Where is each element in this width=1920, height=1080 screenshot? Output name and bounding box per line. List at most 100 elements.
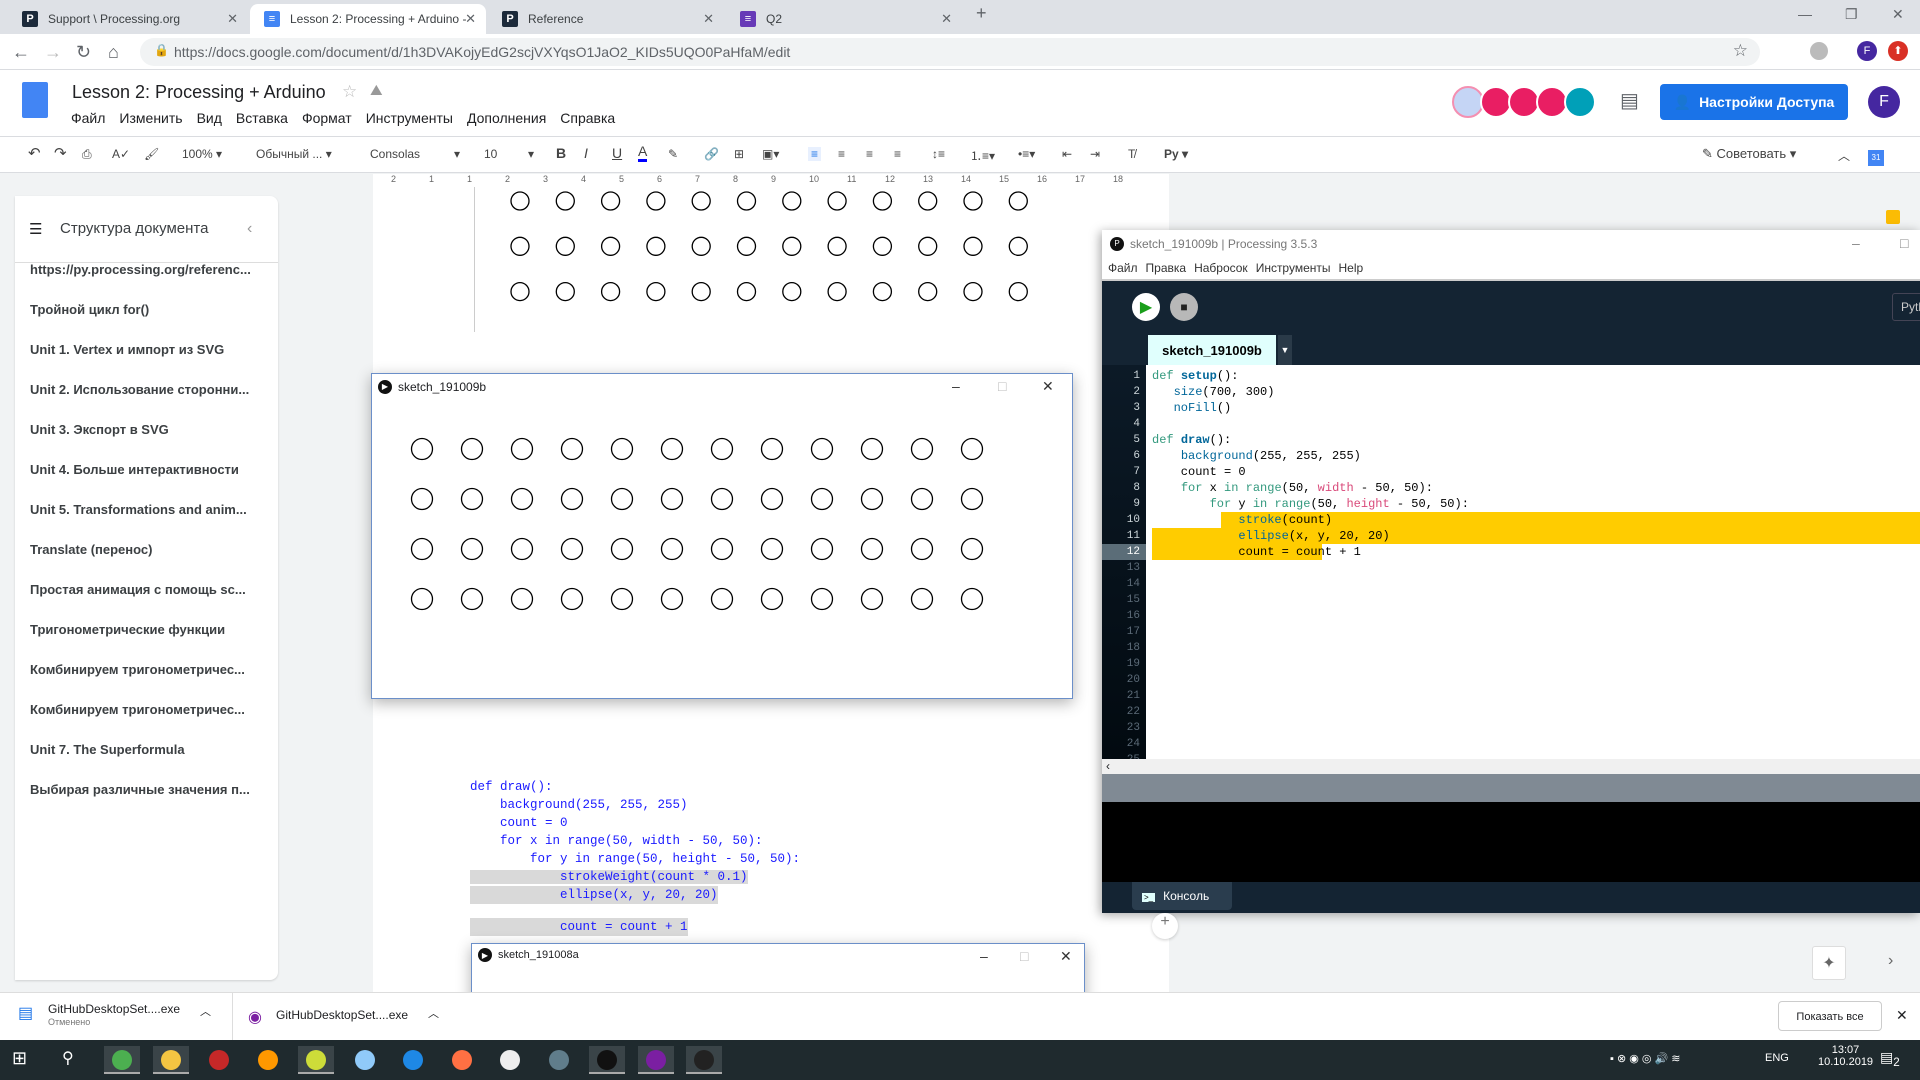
move-to-drive-icon[interactable]: ⛰ [370, 82, 383, 99]
url-input[interactable]: 🔒 https://docs.google.com/document/d/1h3D… [140, 38, 1760, 66]
clear-formatting-icon[interactable]: T̸ [1128, 147, 1135, 161]
taskbar-github-desktop-icon[interactable] [637, 1046, 674, 1074]
align-left-button[interactable]: ≡ [808, 147, 822, 161]
line-spacing-icon[interactable]: ↕≡ [932, 147, 945, 161]
taskbar-processing-icon[interactable] [589, 1046, 625, 1074]
tab-q2[interactable]: ≡ Q2 ✕ [726, 4, 962, 34]
home-icon[interactable]: ⌂ [108, 42, 119, 63]
numbered-list-icon[interactable]: ⒈≡▾ [970, 147, 995, 164]
docs-logo-icon[interactable] [22, 82, 48, 118]
underline-button[interactable]: U [612, 145, 622, 161]
outline-item[interactable]: Тригонометрические функции [30, 622, 270, 637]
explore-button[interactable]: ✦ [1812, 946, 1846, 980]
console-tab[interactable]: >_ Консоль [1132, 882, 1232, 910]
minimize-button[interactable]: – [952, 378, 960, 394]
windows-start-icon[interactable]: ⊞ [12, 1048, 27, 1069]
run-button[interactable]: ▶ [1132, 293, 1160, 321]
menu-edit[interactable]: Правка [1146, 261, 1187, 275]
share-button[interactable]: 👤 Настройки Доступа [1660, 84, 1848, 120]
style-select[interactable]: Обычный ... ▾ [256, 147, 332, 161]
close-button[interactable]: ✕ [1042, 378, 1054, 395]
outline-item[interactable]: Translate (перенос) [30, 542, 270, 557]
outline-item[interactable]: Unit 7. The Superformula [30, 742, 270, 757]
notifications-icon[interactable]: ▤2 [1880, 1049, 1900, 1069]
outline-item[interactable]: Выбирая различные значения п... [30, 782, 270, 797]
expand-side-panel-icon[interactable]: › [1888, 952, 1893, 970]
close-window-button[interactable]: ✕ [1892, 6, 1904, 23]
ruler[interactable]: 2 1 1 2 3 4 5 6 7 8 9 10 11 12 13 14 15 16 17 18 [373, 174, 1169, 187]
menu-file[interactable]: Файл [1108, 261, 1138, 275]
minimize-button[interactable]: – [1852, 235, 1860, 251]
close-outline-icon[interactable]: ‹ [247, 220, 252, 238]
reload-icon[interactable]: ↻ [76, 42, 91, 63]
keep-icon[interactable] [1886, 210, 1900, 224]
taskbar-solidworks-icon[interactable] [201, 1046, 237, 1074]
new-tab-button[interactable]: + [976, 3, 987, 24]
clock[interactable]: 13:07 10.10.2019 [1818, 1044, 1873, 1068]
decrease-indent-icon[interactable]: ⇤ [1062, 147, 1072, 161]
tab-reference[interactable]: P Reference ✕ [488, 4, 724, 34]
outline-item[interactable]: Комбинируем тригонометричес... [30, 702, 270, 717]
maximize-button[interactable]: □ [1900, 235, 1908, 251]
bookmark-star-icon[interactable]: ☆ [1733, 41, 1748, 61]
menu-tools[interactable]: Инструменты [1256, 261, 1331, 275]
italic-button[interactable]: I [584, 145, 588, 161]
star-icon[interactable]: ☆ [342, 82, 357, 102]
outline-item[interactable]: Unit 3. Экспорт в SVG [30, 422, 270, 437]
close-downloads-icon[interactable]: ✕ [1896, 1007, 1908, 1024]
menu-file[interactable]: Файл [71, 110, 105, 126]
close-tab-icon[interactable]: ✕ [465, 11, 476, 27]
system-tray-icons[interactable]: ▪ ⊗ ◉ ◎ 🔊 ≋ [1610, 1052, 1681, 1065]
chevron-up-icon[interactable]: ︿ [428, 1005, 439, 1021]
outline-item[interactable]: https://py.processing.org/referenc... [30, 262, 270, 277]
image-icon[interactable]: ▣▾ [762, 147, 779, 161]
spellcheck-icon[interactable]: A✓ [112, 147, 130, 161]
undo-icon[interactable]: ↶ [28, 144, 41, 162]
taskbar-app-icon[interactable] [347, 1046, 383, 1074]
chevron-up-icon[interactable]: ︿ [200, 1003, 211, 1019]
font-select[interactable]: Consolas ▾ [370, 147, 460, 161]
font-size-select[interactable]: 10 ▾ [484, 147, 534, 161]
outline-item[interactable]: Unit 1. Vertex и импорт из SVG [30, 342, 270, 357]
calendar-icon[interactable]: 31 [1868, 150, 1884, 166]
taskbar-file-explorer-icon[interactable] [152, 1046, 189, 1074]
taskbar-notepad-icon[interactable] [492, 1046, 528, 1074]
profile-avatar[interactable]: F [1857, 41, 1877, 61]
minimize-button[interactable]: – [980, 948, 988, 964]
taskbar-chrome-icon[interactable] [104, 1046, 140, 1074]
tab-lesson-2[interactable]: ≡ Lesson 2: Processing + Arduino - ✕ [250, 4, 486, 34]
taskbar-processing-sketch-icon[interactable] [686, 1046, 722, 1074]
highlight-icon[interactable]: ✎ [668, 147, 678, 161]
menu-help[interactable]: Help [1339, 261, 1364, 275]
menu-addons[interactable]: Дополнения [467, 110, 546, 126]
paint-format-icon[interactable]: 🖌 [144, 147, 159, 161]
extension-icon[interactable] [1810, 42, 1828, 60]
tab-support-processing[interactable]: P Support \ Processing.org ✕ [8, 4, 248, 34]
close-button[interactable]: ✕ [1060, 948, 1072, 965]
console-output[interactable] [1102, 802, 1920, 882]
taskbar-app-icon[interactable] [541, 1046, 577, 1074]
editor-tab[interactable]: sketch_191009b [1148, 335, 1276, 365]
collapse-menu-icon[interactable]: ︿ [1838, 147, 1850, 164]
maximize-button[interactable]: □ [1020, 948, 1028, 964]
menu-help[interactable]: Справка [560, 110, 615, 126]
outline-item[interactable]: Комбинируем тригонометричес... [30, 662, 270, 677]
zoom-select[interactable]: 100% ▾ [182, 147, 222, 161]
back-icon[interactable]: ← [12, 42, 30, 63]
print-icon[interactable]: ⎙ [82, 147, 92, 162]
download-item[interactable]: ▤ GitHubDesktopSet....exe Отменено ︿ [18, 1002, 211, 1027]
taskbar-cortana-icon[interactable] [395, 1046, 431, 1074]
horizontal-scrollbar[interactable]: ‹ [1102, 759, 1920, 774]
sketch-canvas[interactable] [372, 399, 1072, 699]
outline-item[interactable]: Простая анимация с помощь sc... [30, 582, 270, 597]
menu-edit[interactable]: Изменить [119, 110, 182, 126]
menu-tools[interactable]: Инструменты [366, 110, 453, 126]
document-title[interactable]: Lesson 2: Processing + Arduino [72, 82, 326, 103]
language-indicator[interactable]: ENG [1765, 1052, 1789, 1064]
outline-item[interactable]: Unit 2. Использование сторонни... [30, 382, 270, 397]
close-tab-icon[interactable]: ✕ [941, 11, 952, 27]
maximize-button[interactable]: □ [998, 378, 1006, 394]
outline-item[interactable]: Unit 4. Больше интерактивности [30, 462, 270, 477]
text-color-button[interactable]: A [638, 143, 648, 162]
menu-sketch[interactable]: Набросок [1194, 261, 1248, 275]
